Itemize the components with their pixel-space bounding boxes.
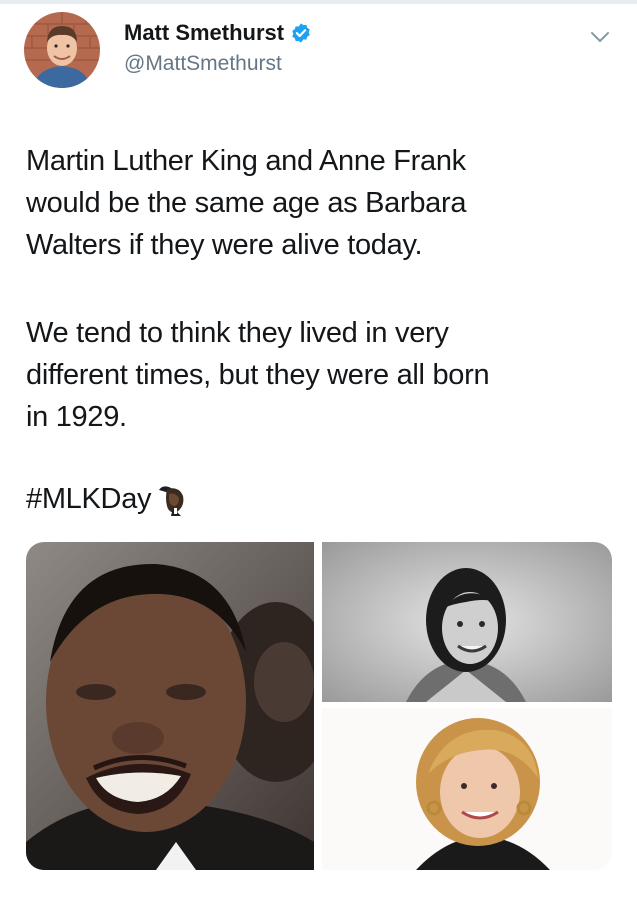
mlk-hashflag-emoji-icon <box>159 486 184 516</box>
divider <box>0 0 637 4</box>
text-line: Martin Luther King and Anne Frank <box>26 145 466 177</box>
text-line: We tend to think they lived in very <box>26 317 449 349</box>
barbara-walters-photo <box>322 708 612 870</box>
hashtag-row: #MLKDay <box>26 478 191 520</box>
text-line: would be the same age as Barbara <box>26 187 467 219</box>
media-grid[interactable] <box>26 542 612 870</box>
avatar[interactable] <box>24 12 100 88</box>
chevron-down-icon[interactable] <box>590 30 610 44</box>
tweet-paragraph: We tend to think they lived in very diff… <box>26 312 616 438</box>
text-line: in 1929. <box>26 401 127 433</box>
author-name-row[interactable]: Matt Smethurst <box>124 20 312 46</box>
text-line: Walters if they were alive today. <box>26 229 423 261</box>
anne-frank-photo <box>322 542 612 702</box>
text-line: different times, but they were all born <box>26 359 490 391</box>
mlk-photo <box>26 542 314 870</box>
author-display-name[interactable]: Matt Smethurst <box>124 20 284 46</box>
author-handle[interactable]: @MattSmethurst <box>124 52 282 76</box>
verified-badge-icon <box>292 23 310 43</box>
profile-photo <box>24 12 100 88</box>
tweet-card[interactable]: Matt Smethurst @MattSmethurst Martin Lut… <box>0 0 637 900</box>
media-photos <box>26 542 612 870</box>
tweet-paragraph: Martin Luther King and Anne Frank would … <box>26 140 616 266</box>
hashtag-link[interactable]: #MLKDay <box>26 478 152 520</box>
